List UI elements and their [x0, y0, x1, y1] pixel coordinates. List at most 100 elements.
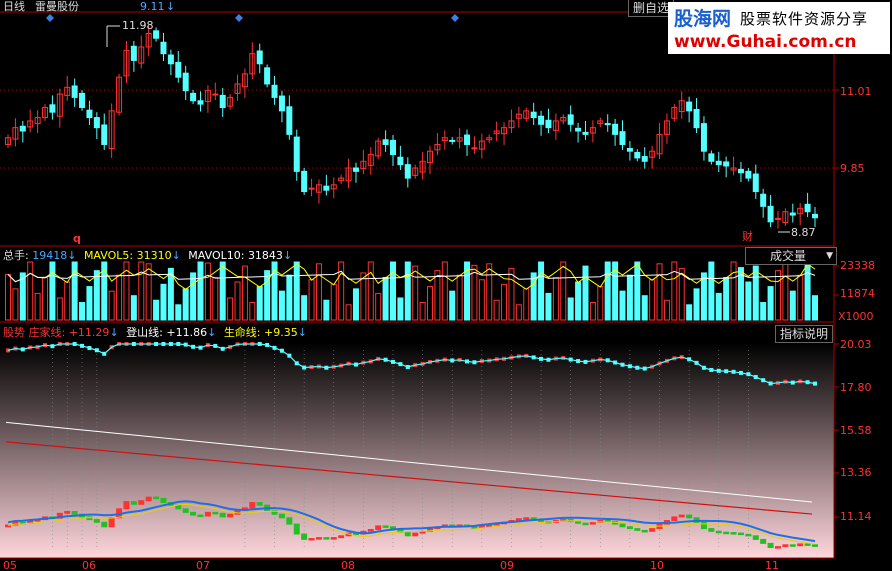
candle-body [153, 30, 160, 39]
mini-candle [204, 511, 211, 517]
mini-candle [286, 517, 293, 525]
candle-body [301, 170, 308, 193]
volume-bar [404, 261, 411, 321]
indicator-help-button[interactable]: 指标说明 [775, 325, 834, 343]
high-price-label: 11.98 [122, 19, 154, 32]
volume-bar [515, 304, 522, 321]
mini-candle [278, 513, 285, 519]
mini-candle [227, 513, 234, 518]
volume-bar [241, 265, 248, 321]
indicator-tick: 20.03 [840, 338, 872, 351]
indicator-select-value: 成交量 [770, 249, 807, 263]
volume-bar [708, 261, 715, 321]
volume-bar [182, 288, 189, 321]
mini-candle [723, 531, 730, 535]
volume-bar [19, 272, 26, 321]
indicator-tick: 15.58 [840, 424, 872, 437]
volume-bar [693, 288, 700, 321]
candle-body [101, 124, 108, 145]
volume-bar [5, 273, 11, 321]
candle-body [352, 167, 359, 172]
mini-candle [160, 497, 167, 503]
mini-candle [649, 528, 656, 532]
mini-candle [708, 528, 715, 532]
mavol5-value: 31310 [136, 249, 172, 262]
candle-body [182, 72, 189, 92]
mini-candle [375, 525, 382, 531]
volume-bar [671, 261, 678, 321]
candle-body [79, 92, 86, 108]
mini-candle [760, 538, 767, 544]
volume-bar [478, 279, 485, 321]
total-label: 总手: [3, 249, 29, 262]
mini-candle [745, 533, 752, 537]
volume-header: 总手: 19418↓ MAVOL5: 31310↓ MAVOL10: 31843… [3, 249, 292, 263]
indicator-name: 股势 [3, 326, 25, 339]
chevron-down-icon: ▼ [826, 251, 833, 261]
mini-candle [589, 521, 596, 525]
volume-bar [108, 290, 115, 321]
volume-bar [486, 263, 493, 321]
candle-body [271, 84, 278, 98]
indicator-select[interactable]: 成交量 ▼ [745, 247, 837, 265]
mini-candle [101, 521, 108, 528]
mini-candle [153, 496, 160, 500]
candle-body [686, 101, 693, 112]
mavol10-label: MAVOL10: [188, 249, 245, 262]
volume-bar [352, 288, 359, 321]
volume-bar [293, 261, 300, 321]
candle-body [389, 139, 396, 156]
period-label[interactable]: 日线 [3, 0, 25, 14]
watermark-banner: 股海网 股票软件资源分享 www.Guhai.com.cn [668, 2, 890, 54]
candle-body [219, 94, 226, 108]
volume-bar [212, 276, 219, 321]
volume-bar [456, 274, 463, 321]
volume-bar [79, 302, 86, 321]
mini-candle [782, 544, 789, 548]
x-axis-label: 05 [3, 559, 17, 571]
mini-candle [730, 532, 737, 535]
volume-bar [86, 286, 93, 321]
watermark-slogan: 股票软件资源分享 [740, 10, 869, 28]
candle-body [49, 104, 56, 113]
volume-bar [678, 267, 685, 321]
volume-bar [367, 261, 374, 321]
finance-marker[interactable]: 财 [742, 230, 753, 244]
mini-candle [678, 514, 685, 518]
candle-body [582, 131, 589, 135]
mini-candle [626, 526, 633, 530]
price-arrow-icon: ↓ [166, 0, 176, 13]
volume-bar [782, 261, 789, 321]
candle-body [278, 95, 285, 112]
mini-candle [212, 511, 219, 515]
mini-candle [315, 537, 322, 540]
volume-bar [567, 297, 574, 321]
volume-bar [419, 302, 426, 321]
candle-body [760, 193, 767, 207]
candle-body [693, 109, 700, 129]
mini-candle [256, 502, 263, 506]
volume-bar [812, 295, 818, 321]
mini-candle [197, 514, 204, 518]
mini-candle [123, 501, 130, 510]
mini-candle [190, 511, 197, 516]
candle-body [323, 185, 330, 191]
current-price: 9.11 [140, 0, 165, 13]
mini-candle [323, 537, 330, 540]
indicator-tick: 11.14 [840, 510, 872, 523]
volume-bar [449, 290, 456, 321]
x-axis-label: 09 [500, 559, 514, 571]
volume-bar [589, 302, 596, 321]
total-value: 19418 [32, 249, 68, 262]
mini-candle [138, 500, 145, 505]
candle-body [708, 153, 715, 162]
volume-bar [715, 292, 722, 321]
volume-bar [308, 279, 315, 321]
volume-bar [382, 276, 389, 321]
candle-body [745, 170, 752, 179]
volume-bar [93, 270, 100, 321]
mini-candle [634, 528, 641, 531]
candle-body [397, 156, 404, 166]
volume-bar [597, 286, 604, 321]
mini-candle [93, 519, 100, 523]
